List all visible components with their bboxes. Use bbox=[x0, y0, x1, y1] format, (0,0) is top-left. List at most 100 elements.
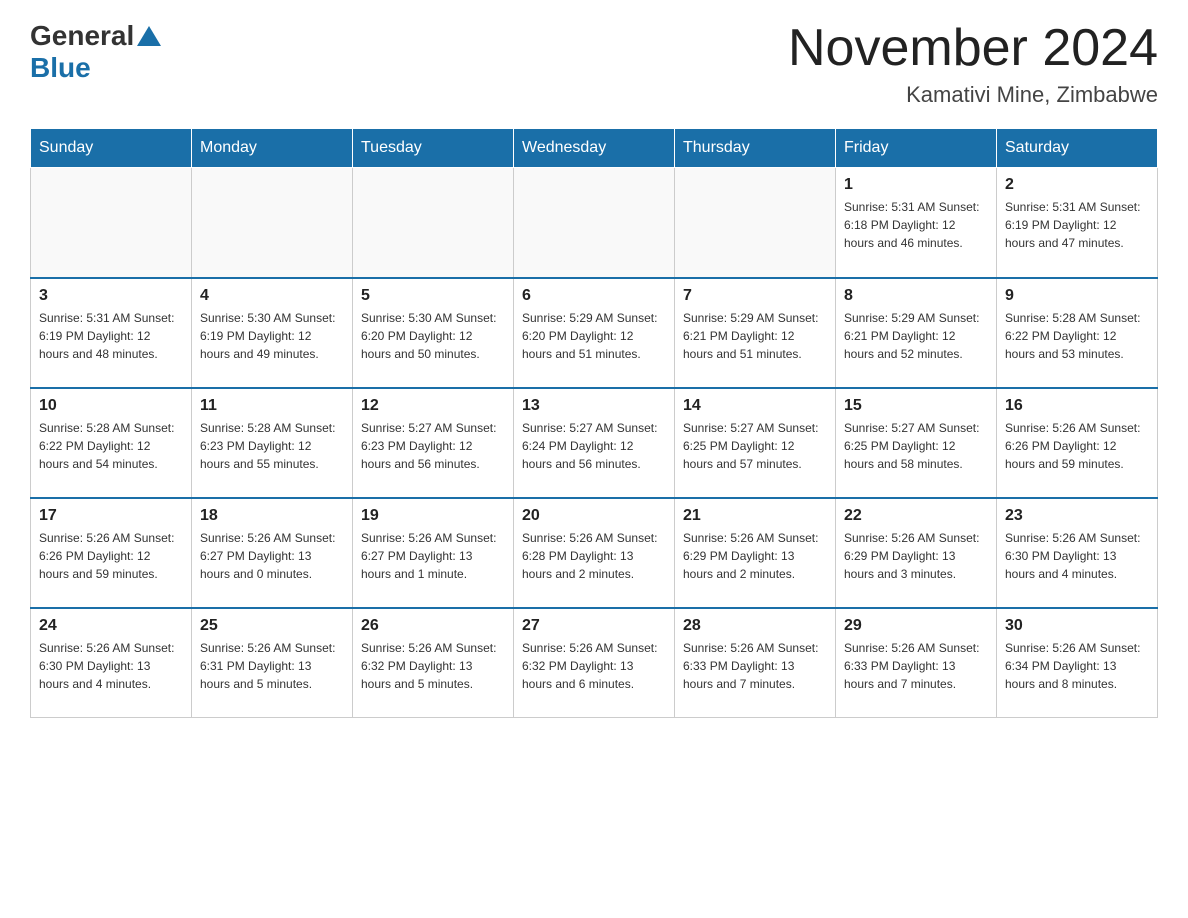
calendar-cell: 9 Sunrise: 5:28 AM Sunset: 6:22 PM Daylig… bbox=[997, 278, 1158, 388]
day-info: Sunrise: 5:30 AM Sunset: 6:19 PM Dayligh… bbox=[200, 309, 344, 363]
day-info: Sunrise: 5:31 AM Sunset: 6:19 PM Dayligh… bbox=[39, 309, 183, 363]
day-info: Sunrise: 5:26 AM Sunset: 6:30 PM Dayligh… bbox=[39, 639, 183, 693]
calendar-cell: 19 Sunrise: 5:26 AM Sunset: 6:27 PM Dayli… bbox=[353, 498, 514, 608]
calendar-cell: 8 Sunrise: 5:29 AM Sunset: 6:21 PM Daylig… bbox=[836, 278, 997, 388]
calendar-cell: 16 Sunrise: 5:26 AM Sunset: 6:26 PM Dayli… bbox=[997, 388, 1158, 498]
calendar-header-saturday: Saturday bbox=[997, 129, 1158, 168]
day-info: Sunrise: 5:26 AM Sunset: 6:27 PM Dayligh… bbox=[361, 529, 505, 583]
day-info: Sunrise: 5:26 AM Sunset: 6:29 PM Dayligh… bbox=[844, 529, 988, 583]
calendar-cell: 25Sunrise: 5:26 AM Sunset: 6:31 PM Dayli… bbox=[192, 608, 353, 718]
logo-general-text: General bbox=[30, 20, 164, 52]
calendar-cell: 26Sunrise: 5:26 AM Sunset: 6:32 PM Dayli… bbox=[353, 608, 514, 718]
calendar-cell: 7 Sunrise: 5:29 AM Sunset: 6:21 PM Daylig… bbox=[675, 278, 836, 388]
calendar-week-row: 24 Sunrise: 5:26 AM Sunset: 6:30 PM Dayli… bbox=[31, 608, 1158, 718]
calendar-cell bbox=[31, 168, 192, 278]
calendar-table: SundayMondayTuesdayWednesdayThursdayFrid… bbox=[30, 128, 1158, 718]
calendar-cell bbox=[192, 168, 353, 278]
day-info: Sunrise: 5:31 AM Sunset: 6:19 PM Dayligh… bbox=[1005, 198, 1149, 252]
calendar-week-row: 10 Sunrise: 5:28 AM Sunset: 6:22 PM Dayli… bbox=[31, 388, 1158, 498]
day-number: 14 bbox=[683, 397, 827, 415]
calendar-cell: 30 Sunrise: 5:26 AM Sunset: 6:34 PM Dayli… bbox=[997, 608, 1158, 718]
calendar-cell: 18Sunrise: 5:26 AM Sunset: 6:27 PM Dayli… bbox=[192, 498, 353, 608]
day-number: 10 bbox=[39, 397, 183, 415]
logo: General Blue bbox=[30, 20, 164, 84]
day-info: Sunrise: 5:28 AM Sunset: 6:22 PM Dayligh… bbox=[1005, 309, 1149, 363]
day-info: Sunrise: 5:26 AM Sunset: 6:28 PM Dayligh… bbox=[522, 529, 666, 583]
calendar-header-row: SundayMondayTuesdayWednesdayThursdayFrid… bbox=[31, 129, 1158, 168]
day-number: 9 bbox=[1005, 287, 1149, 305]
day-number: 13 bbox=[522, 397, 666, 415]
day-number: 4 bbox=[200, 287, 344, 305]
day-info: Sunrise: 5:26 AM Sunset: 6:27 PM Dayligh… bbox=[200, 529, 344, 583]
day-info: Sunrise: 5:26 AM Sunset: 6:33 PM Dayligh… bbox=[683, 639, 827, 693]
calendar-cell: 15 Sunrise: 5:27 AM Sunset: 6:25 PM Dayli… bbox=[836, 388, 997, 498]
day-number: 3 bbox=[39, 287, 183, 305]
day-info: Sunrise: 5:28 AM Sunset: 6:22 PM Dayligh… bbox=[39, 419, 183, 473]
calendar-header-friday: Friday bbox=[836, 129, 997, 168]
calendar-cell: 20 Sunrise: 5:26 AM Sunset: 6:28 PM Dayli… bbox=[514, 498, 675, 608]
day-number: 12 bbox=[361, 397, 505, 415]
day-number: 16 bbox=[1005, 397, 1149, 415]
day-info: Sunrise: 5:27 AM Sunset: 6:25 PM Dayligh… bbox=[683, 419, 827, 473]
day-info: Sunrise: 5:26 AM Sunset: 6:34 PM Dayligh… bbox=[1005, 639, 1149, 693]
calendar-cell: 23Sunrise: 5:26 AM Sunset: 6:30 PM Dayli… bbox=[997, 498, 1158, 608]
calendar-cell: 1Sunrise: 5:31 AM Sunset: 6:18 PM Daylig… bbox=[836, 168, 997, 278]
calendar-cell: 2Sunrise: 5:31 AM Sunset: 6:19 PM Daylig… bbox=[997, 168, 1158, 278]
day-info: Sunrise: 5:26 AM Sunset: 6:26 PM Dayligh… bbox=[1005, 419, 1149, 473]
calendar-week-row: 3 Sunrise: 5:31 AM Sunset: 6:19 PM Daylig… bbox=[31, 278, 1158, 388]
day-info: Sunrise: 5:27 AM Sunset: 6:25 PM Dayligh… bbox=[844, 419, 988, 473]
calendar-cell: 14 Sunrise: 5:27 AM Sunset: 6:25 PM Dayli… bbox=[675, 388, 836, 498]
calendar-cell: 3 Sunrise: 5:31 AM Sunset: 6:19 PM Daylig… bbox=[31, 278, 192, 388]
day-info: Sunrise: 5:27 AM Sunset: 6:24 PM Dayligh… bbox=[522, 419, 666, 473]
calendar-cell: 27 Sunrise: 5:26 AM Sunset: 6:32 PM Dayli… bbox=[514, 608, 675, 718]
day-number: 25 bbox=[200, 617, 344, 635]
day-number: 5 bbox=[361, 287, 505, 305]
day-info: Sunrise: 5:29 AM Sunset: 6:21 PM Dayligh… bbox=[844, 309, 988, 363]
day-info: Sunrise: 5:29 AM Sunset: 6:20 PM Dayligh… bbox=[522, 309, 666, 363]
calendar-header-sunday: Sunday bbox=[31, 129, 192, 168]
day-number: 28 bbox=[683, 617, 827, 635]
month-title: November 2024 bbox=[788, 20, 1158, 77]
calendar-week-row: 1Sunrise: 5:31 AM Sunset: 6:18 PM Daylig… bbox=[31, 168, 1158, 278]
calendar-header-monday: Monday bbox=[192, 129, 353, 168]
calendar-cell bbox=[675, 168, 836, 278]
day-number: 22 bbox=[844, 507, 988, 525]
calendar-cell: 4 Sunrise: 5:30 AM Sunset: 6:19 PM Daylig… bbox=[192, 278, 353, 388]
day-number: 21 bbox=[683, 507, 827, 525]
title-section: November 2024 Kamativi Mine, Zimbabwe bbox=[788, 20, 1158, 108]
day-number: 29 bbox=[844, 617, 988, 635]
day-number: 24 bbox=[39, 617, 183, 635]
day-info: Sunrise: 5:29 AM Sunset: 6:21 PM Dayligh… bbox=[683, 309, 827, 363]
day-info: Sunrise: 5:26 AM Sunset: 6:29 PM Dayligh… bbox=[683, 529, 827, 583]
logo-blue-text: Blue bbox=[30, 52, 91, 84]
calendar-cell: 29 Sunrise: 5:26 AM Sunset: 6:33 PM Dayli… bbox=[836, 608, 997, 718]
day-number: 30 bbox=[1005, 617, 1149, 635]
day-info: Sunrise: 5:30 AM Sunset: 6:20 PM Dayligh… bbox=[361, 309, 505, 363]
calendar-cell: 24 Sunrise: 5:26 AM Sunset: 6:30 PM Dayli… bbox=[31, 608, 192, 718]
calendar-cell: 28 Sunrise: 5:26 AM Sunset: 6:33 PM Dayli… bbox=[675, 608, 836, 718]
calendar-cell: 5 Sunrise: 5:30 AM Sunset: 6:20 PM Daylig… bbox=[353, 278, 514, 388]
calendar-cell: 11Sunrise: 5:28 AM Sunset: 6:23 PM Dayli… bbox=[192, 388, 353, 498]
location-title: Kamativi Mine, Zimbabwe bbox=[788, 82, 1158, 108]
calendar-cell: 22 Sunrise: 5:26 AM Sunset: 6:29 PM Dayli… bbox=[836, 498, 997, 608]
calendar-cell bbox=[353, 168, 514, 278]
day-info: Sunrise: 5:27 AM Sunset: 6:23 PM Dayligh… bbox=[361, 419, 505, 473]
day-number: 19 bbox=[361, 507, 505, 525]
day-number: 15 bbox=[844, 397, 988, 415]
day-number: 1 bbox=[844, 176, 988, 194]
calendar-cell: 12 Sunrise: 5:27 AM Sunset: 6:23 PM Dayli… bbox=[353, 388, 514, 498]
day-info: Sunrise: 5:26 AM Sunset: 6:33 PM Dayligh… bbox=[844, 639, 988, 693]
day-number: 17 bbox=[39, 507, 183, 525]
day-number: 7 bbox=[683, 287, 827, 305]
day-info: Sunrise: 5:28 AM Sunset: 6:23 PM Dayligh… bbox=[200, 419, 344, 473]
logo-general-label: General bbox=[30, 20, 134, 52]
day-info: Sunrise: 5:26 AM Sunset: 6:30 PM Dayligh… bbox=[1005, 529, 1149, 583]
day-number: 8 bbox=[844, 287, 988, 305]
day-number: 26 bbox=[361, 617, 505, 635]
calendar-cell: 6Sunrise: 5:29 AM Sunset: 6:20 PM Daylig… bbox=[514, 278, 675, 388]
day-number: 27 bbox=[522, 617, 666, 635]
day-info: Sunrise: 5:26 AM Sunset: 6:32 PM Dayligh… bbox=[522, 639, 666, 693]
calendar-header-tuesday: Tuesday bbox=[353, 129, 514, 168]
page-header: General Blue November 2024 Kamativi Mine… bbox=[30, 20, 1158, 108]
day-number: 20 bbox=[522, 507, 666, 525]
